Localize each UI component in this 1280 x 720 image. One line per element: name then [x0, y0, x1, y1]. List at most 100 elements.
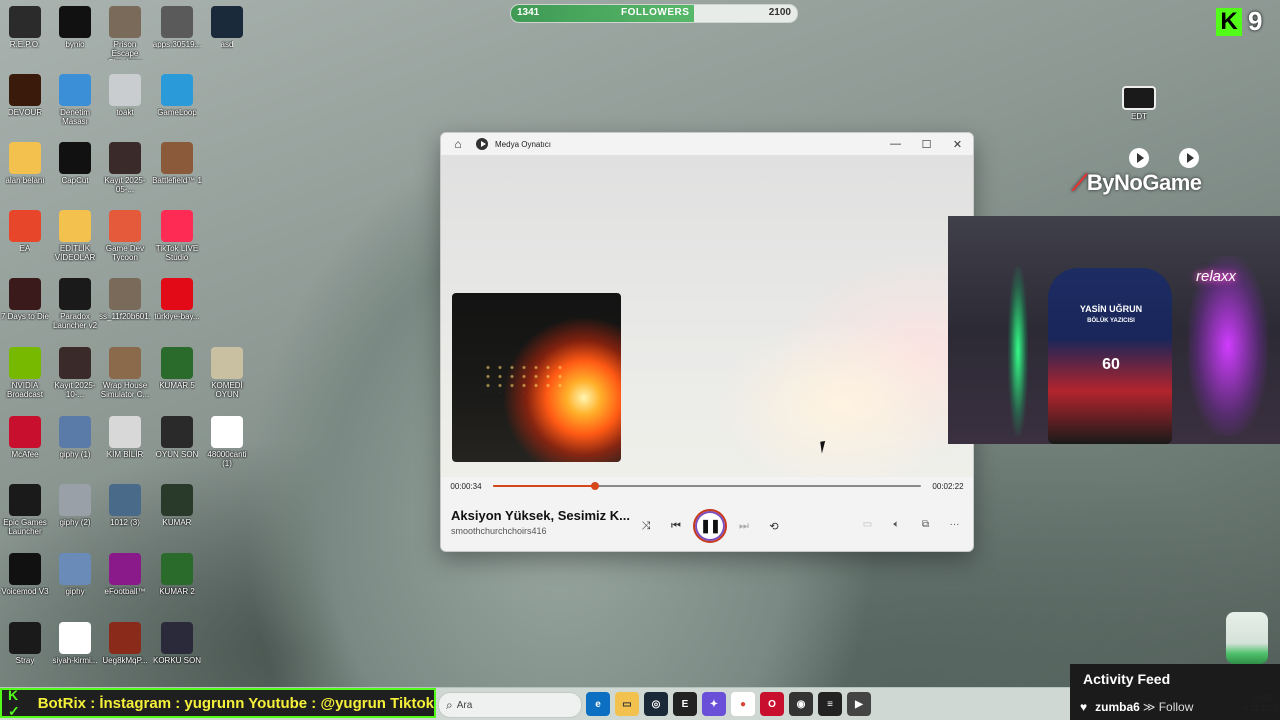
- repeat-icon[interactable]: ⟲: [759, 511, 789, 541]
- media-player-taskbar-icon[interactable]: ▶: [847, 692, 871, 716]
- desktop-icon[interactable]: apps.30519...: [152, 6, 202, 49]
- desktop-icon[interactable]: siyah-kirmi...: [50, 622, 100, 665]
- desktop-icon[interactable]: DEVOUR: [0, 74, 50, 117]
- taskbar-apps: e ▭ ◎ E ✦ ● O ◉ ≡ ▶: [586, 692, 871, 716]
- desktop-icon-label: KİM BİLİR: [106, 450, 144, 459]
- previous-icon[interactable]: ⏮: [661, 511, 691, 541]
- seek-slider[interactable]: [493, 482, 921, 490]
- desktop-icon[interactable]: KORKU SON: [152, 622, 202, 665]
- desktop-icon[interactable]: giphy: [50, 553, 100, 596]
- desktop-icon-label: türkiye-bay...: [154, 312, 200, 321]
- volume-icon[interactable]: 🔈︎: [882, 509, 911, 539]
- window-title: Medya Oynatıcı: [495, 139, 552, 149]
- clock-time: 20:20: [1251, 694, 1272, 703]
- desktop-icon[interactable]: EDİTLİK VİDEOLAR: [50, 210, 100, 262]
- desktop-icon[interactable]: Voicemod V3: [0, 553, 50, 596]
- desktop-icon-label: OYUN SON: [155, 450, 199, 459]
- image-icon: [161, 6, 193, 38]
- desktop-icon[interactable]: 1012 (3): [100, 484, 150, 527]
- followers-label: FOLLOWERS: [621, 7, 690, 18]
- file-explorer-icon[interactable]: ▭: [615, 692, 639, 716]
- mini-player-icon[interactable]: ⧉: [911, 509, 940, 539]
- voicemod-icon: [9, 553, 41, 585]
- desktop-icon[interactable]: OYUN SON: [152, 416, 202, 459]
- desktop-icon[interactable]: KİM BİLİR: [100, 416, 150, 459]
- desktop-icon[interactable]: Stray: [0, 622, 50, 665]
- photo-icon: [109, 142, 141, 174]
- track-info: Aksiyon Yüksek, Sesimiz K... smoothchurc…: [451, 508, 631, 536]
- home-icon[interactable]: ⌂: [450, 136, 466, 152]
- desktop-icon[interactable]: Epic Games Launcher: [0, 484, 50, 536]
- media-player-window[interactable]: ⌂ Medya Oynatıcı — ☐ ✕ 00:00:34 00:02:22…: [440, 132, 974, 552]
- desktop-icon[interactable]: türkiye-bay...: [152, 278, 202, 321]
- desktop-icon[interactable]: Denetim Masası: [50, 74, 100, 126]
- desktop-icon-label: Voicemod V3: [1, 587, 49, 596]
- desktop-icon[interactable]: ss_11f20b601...: [99, 278, 151, 321]
- desktop-icon-label: toakt: [116, 108, 134, 117]
- desktop-icon[interactable]: eFootball™: [100, 553, 150, 596]
- desktop-icon[interactable]: KOMEDİ OYUN: [202, 347, 252, 399]
- total-time: 00:02:22: [932, 481, 964, 491]
- desktop-icon-edt[interactable]: EDT: [1114, 86, 1164, 121]
- shuffle-icon[interactable]: ⤨: [631, 511, 661, 541]
- desktop-icon[interactable]: Battlefield™ 1: [152, 142, 202, 185]
- opera-icon[interactable]: O: [760, 692, 784, 716]
- desktop-icon[interactable]: KUMAR 5: [152, 347, 202, 390]
- extra-controls: ▭ 🔈︎ ⧉ ···: [853, 509, 969, 539]
- edge-icon[interactable]: e: [586, 692, 610, 716]
- system-clock[interactable]: 20:20 6.11.2025: [1244, 694, 1279, 714]
- epic-games-icon[interactable]: E: [673, 692, 697, 716]
- desktop-icon[interactable]: bynio: [50, 6, 100, 49]
- desktop-icon[interactable]: R.E.P.O.: [0, 6, 50, 49]
- desktop-icon[interactable]: Kayıt 2025-05-...: [100, 142, 150, 194]
- desktop-icon[interactable]: Prison Escape Simulator Di...: [100, 6, 150, 60]
- desktop-icon[interactable]: GameLoop: [152, 74, 202, 117]
- recycle-bin-icon[interactable]: [1226, 612, 1268, 664]
- desktop-icon[interactable]: 48000canti (1): [202, 416, 252, 468]
- desktop-icon[interactable]: EA: [0, 210, 50, 253]
- desktop-icon[interactable]: toakt: [100, 74, 150, 117]
- desktop-icon-label: EDİTLİK VİDEOLAR: [54, 244, 96, 262]
- subtitles-icon[interactable]: ▭: [853, 509, 882, 539]
- media-player-icon: [211, 416, 243, 448]
- maximize-button[interactable]: ☐: [911, 133, 942, 155]
- close-button[interactable]: ✕: [942, 133, 973, 155]
- desktop-icon[interactable]: Kayıt 2025-10-...: [50, 347, 100, 399]
- window-controls: — ☐ ✕: [880, 133, 973, 155]
- bynogame-app-icon[interactable]: ≡: [818, 692, 842, 716]
- desktop-icon[interactable]: Wrap House Simulator C...: [100, 347, 150, 399]
- pause-button[interactable]: ❚❚: [693, 509, 727, 543]
- folder-icon: [9, 142, 41, 174]
- desktop-icon[interactable]: alan belanı: [0, 142, 50, 185]
- video-icon: [161, 622, 193, 654]
- next-icon[interactable]: ⏭: [729, 511, 759, 541]
- desktop-icon[interactable]: Game Dev Tycoon: [100, 210, 150, 262]
- desktop-icon[interactable]: KUMAR 2: [152, 553, 202, 596]
- artist-name[interactable]: smoothchurchchoirs416: [451, 526, 631, 536]
- desktop-icon-label: Paradox Launcher v2: [52, 312, 98, 330]
- more-options-icon[interactable]: ···: [940, 509, 969, 539]
- seek-thumb[interactable]: [591, 482, 600, 490]
- desktop-icon[interactable]: McAfee: [0, 416, 50, 459]
- desktop-icon[interactable]: KUMAR: [152, 484, 202, 527]
- desktop-icon[interactable]: giphy (1): [50, 416, 100, 459]
- desktop-icon[interactable]: TikTok LIVE Studio: [152, 210, 202, 262]
- desktop-icon[interactable]: CapCut: [50, 142, 100, 185]
- desktop-icon[interactable]: giphy (2): [50, 484, 100, 527]
- desktop-icon[interactable]: 7 Days to Die: [0, 278, 50, 321]
- obs-icon[interactable]: ◉: [789, 692, 813, 716]
- desktop-icon-label: 48000canti (1): [207, 450, 247, 468]
- desktop-icon[interactable]: NVIDIA Broadcast: [0, 347, 50, 399]
- chrome-icon[interactable]: ●: [731, 692, 755, 716]
- taskbar-search[interactable]: ⌕ Ara: [438, 692, 582, 718]
- desktop-icon[interactable]: Paradox Launcher v2: [50, 278, 100, 330]
- desktop-icon[interactable]: asd: [202, 6, 252, 49]
- minimize-button[interactable]: —: [880, 133, 911, 155]
- title-bar[interactable]: ⌂ Medya Oynatıcı — ☐ ✕: [441, 133, 973, 155]
- video-icon: [161, 484, 193, 516]
- search-placeholder: Ara: [456, 699, 473, 711]
- copilot-icon[interactable]: ✦: [702, 692, 726, 716]
- activity-feed-title: Activity Feed: [1083, 671, 1171, 687]
- desktop-icon[interactable]: Ueg8kMqP...: [100, 622, 150, 665]
- steam-icon[interactable]: ◎: [644, 692, 668, 716]
